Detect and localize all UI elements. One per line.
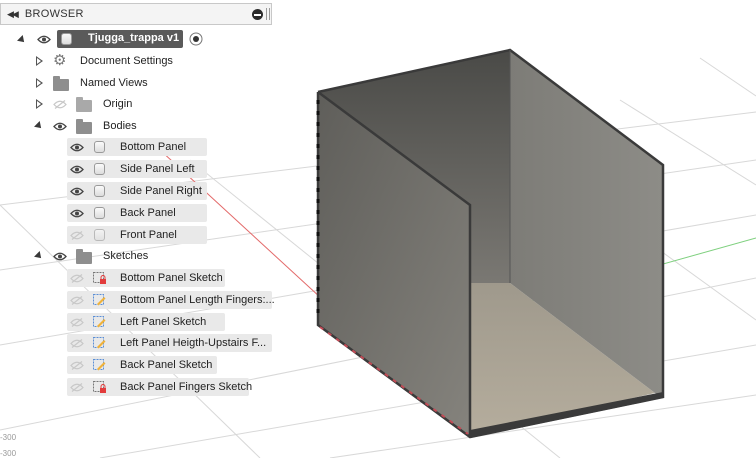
body-icon: [94, 207, 105, 219]
folder-icon: [76, 97, 92, 112]
sketch-item[interactable]: Back Panel Sketch: [67, 356, 217, 374]
expand-sketches-icon[interactable]: [34, 251, 44, 261]
folder-icon: [76, 249, 92, 264]
sketch-edit-icon: [93, 359, 106, 371]
body-icon: [94, 163, 105, 175]
body-item[interactable]: Side Panel Right: [67, 182, 207, 200]
body-item[interactable]: Bottom Panel: [67, 138, 207, 156]
sketch-item[interactable]: Left Panel Heigth-Upstairs F...: [67, 334, 272, 352]
component-icon: [61, 33, 72, 45]
sketch-label: Left Panel Sketch: [120, 316, 207, 328]
body-label: Back Panel: [120, 207, 176, 219]
grid-label-bottom: -300: [0, 449, 17, 458]
minimize-icon[interactable]: [252, 9, 263, 20]
folder-icon: [76, 119, 92, 134]
body-icon: [94, 229, 105, 241]
eye-hidden-icon[interactable]: [70, 296, 84, 305]
body-item[interactable]: Back Panel: [67, 204, 207, 222]
body-label: Bottom Panel: [120, 141, 187, 153]
eye-hidden-icon[interactable]: [70, 361, 84, 370]
eye-hidden-icon[interactable]: [70, 383, 84, 392]
bodies-label: Bodies: [103, 120, 137, 132]
eye-hidden-icon[interactable]: [70, 274, 84, 283]
body-item[interactable]: Front Panel: [67, 226, 207, 244]
sketch-locked-icon: [93, 272, 106, 284]
eye-hidden-icon[interactable]: [70, 339, 84, 348]
expand-named-views-icon[interactable]: [36, 78, 43, 88]
body-icon: [94, 141, 105, 153]
eye-icon[interactable]: [70, 143, 84, 152]
eye-icon[interactable]: [37, 35, 51, 44]
sketch-label: Back Panel Sketch: [120, 359, 213, 371]
tree-root[interactable]: Tjugga_trappa v1: [0, 30, 215, 48]
eye-icon[interactable]: [53, 252, 67, 261]
sketch-item[interactable]: Bottom Panel Sketch: [67, 269, 225, 287]
sketches-label: Sketches: [103, 250, 149, 262]
collapse-left-icon[interactable]: ◀◀: [7, 9, 19, 20]
folder-icon: [53, 76, 69, 91]
gear-icon: ⚙: [53, 52, 67, 69]
eye-hidden-icon[interactable]: [70, 318, 84, 327]
tree-item-origin[interactable]: Origin: [0, 95, 200, 113]
sketch-item[interactable]: Bottom Panel Length Fingers:...: [67, 291, 275, 309]
sketch-edit-icon: [93, 294, 106, 306]
eye-hidden-icon[interactable]: [53, 100, 67, 109]
sketch-label: Bottom Panel Length Fingers:...: [120, 294, 275, 306]
sketch-item[interactable]: Left Panel Sketch: [67, 313, 225, 331]
expand-origin-icon[interactable]: [36, 99, 43, 109]
expand-root-icon[interactable]: [17, 35, 27, 45]
eye-icon[interactable]: [70, 187, 84, 196]
browser-header[interactable]: ◀◀ BROWSER: [0, 3, 272, 25]
root-label: Tjugga_trappa v1: [88, 32, 180, 44]
tree-item-named-views[interactable]: Named Views: [0, 74, 200, 92]
sketch-locked-icon: [93, 381, 106, 393]
eye-icon[interactable]: [70, 209, 84, 218]
sketch-edit-icon: [93, 337, 106, 349]
sketch-edit-icon: [93, 316, 106, 328]
sketch-label: Back Panel Fingers Sketch: [120, 381, 253, 393]
expand-document-settings-icon[interactable]: [36, 56, 43, 66]
body-label: Side Panel Right: [120, 185, 202, 197]
body-item[interactable]: Side Panel Left: [67, 160, 207, 178]
body-label: Side Panel Left: [120, 163, 195, 175]
sketch-label: Bottom Panel Sketch: [120, 272, 223, 284]
eye-icon[interactable]: [70, 165, 84, 174]
eye-icon[interactable]: [53, 122, 67, 131]
origin-label: Origin: [103, 98, 133, 110]
panel-grip-icon[interactable]: [266, 8, 270, 20]
grid-label-left: -300: [0, 433, 17, 442]
sketch-label: Left Panel Heigth-Upstairs F...: [120, 337, 267, 349]
tree-item-document-settings[interactable]: ⚙ Document Settings: [0, 52, 200, 70]
body-label: Front Panel: [120, 229, 177, 241]
eye-hidden-icon[interactable]: [70, 231, 84, 240]
named-views-label: Named Views: [80, 77, 148, 89]
expand-bodies-icon[interactable]: [34, 121, 44, 131]
body-icon: [94, 185, 105, 197]
sketch-item[interactable]: Back Panel Fingers Sketch: [67, 378, 253, 396]
document-settings-label: Document Settings: [80, 55, 173, 67]
activate-radio-icon[interactable]: [189, 32, 203, 46]
box-model[interactable]: [316, 48, 665, 439]
browser-title: BROWSER: [24, 8, 84, 20]
tree-item-bodies[interactable]: Bodies: [0, 117, 200, 135]
tree-item-sketches[interactable]: Sketches: [0, 247, 200, 265]
